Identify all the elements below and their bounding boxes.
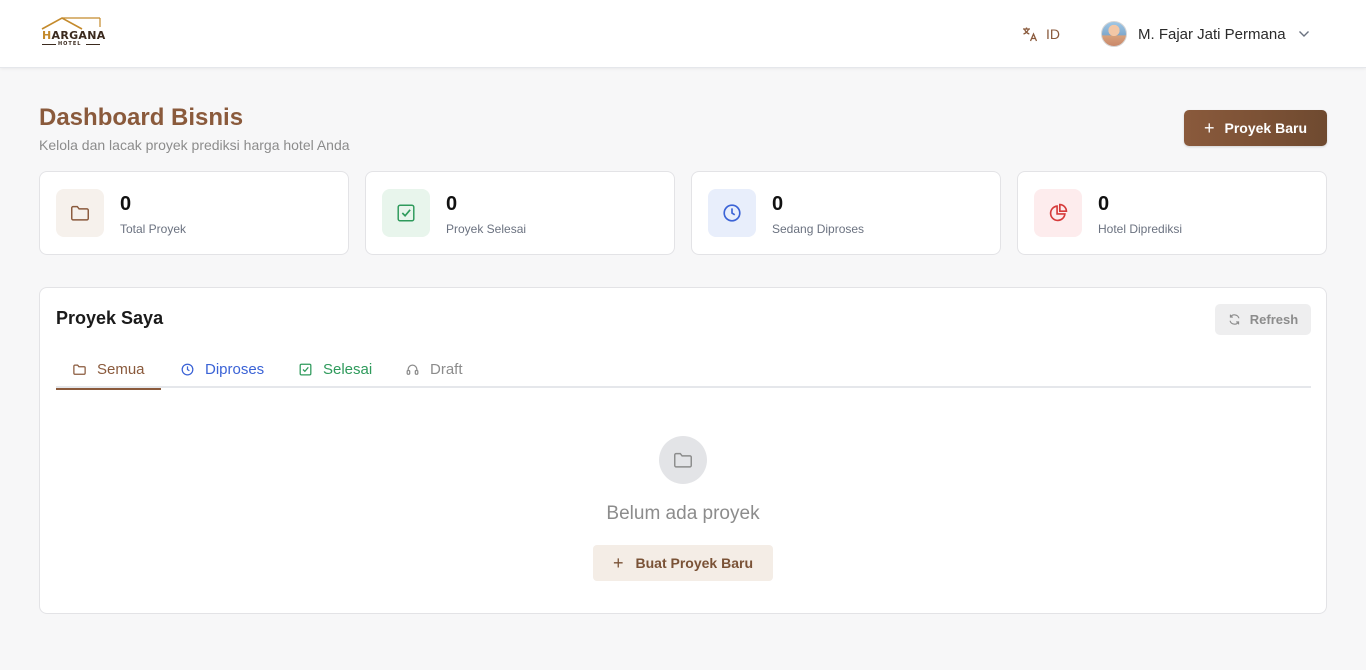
tab-label: Draft bbox=[430, 360, 463, 378]
tab-semua[interactable]: Semua bbox=[56, 350, 161, 390]
pie-chart-icon bbox=[1049, 203, 1068, 222]
chevron-down-icon bbox=[1298, 31, 1309, 37]
check-square-icon bbox=[397, 204, 415, 222]
stat-card-completed-projects: 0 Proyek Selesai bbox=[365, 171, 675, 255]
stat-label: Sedang Diproses bbox=[772, 222, 865, 236]
refresh-label: Refresh bbox=[1249, 312, 1299, 327]
stat-icon-box bbox=[1034, 189, 1082, 237]
new-project-button[interactable]: + Proyek Baru bbox=[1184, 110, 1327, 146]
language-code: ID bbox=[1046, 26, 1060, 42]
logo-divider bbox=[42, 44, 56, 45]
plus-icon: + bbox=[613, 553, 624, 573]
clock-icon bbox=[181, 363, 194, 375]
stat-card-total-projects: 0 Total Proyek bbox=[39, 171, 349, 255]
create-project-button[interactable]: + Buat Proyek Baru bbox=[593, 545, 773, 581]
stat-label: Total Proyek bbox=[120, 222, 187, 236]
page-subtitle: Kelola dan lacak proyek prediksi harga h… bbox=[39, 137, 350, 153]
stat-icon-box bbox=[708, 189, 756, 237]
tab-label: Diproses bbox=[205, 360, 265, 378]
folder-icon bbox=[73, 364, 86, 375]
stat-card-hotels-predicted: 0 Hotel Diprediksi bbox=[1017, 171, 1327, 255]
headset-icon bbox=[406, 364, 419, 375]
stat-value: 0 bbox=[1098, 193, 1110, 215]
check-square-icon bbox=[299, 363, 312, 375]
folder-icon bbox=[71, 205, 89, 221]
stat-label: Hotel Diprediksi bbox=[1098, 222, 1183, 236]
top-navbar: HARGANA HOTEL ID M. Fajar Jati Permana bbox=[0, 0, 1366, 68]
stat-label: Proyek Selesai bbox=[446, 222, 527, 236]
project-tabs: Semua Diproses Selesai Draft bbox=[56, 350, 1311, 390]
stat-value: 0 bbox=[120, 193, 132, 215]
folder-icon bbox=[674, 452, 692, 468]
avatar bbox=[1101, 21, 1127, 47]
translate-icon bbox=[1023, 27, 1038, 42]
page-title: Dashboard Bisnis bbox=[39, 104, 244, 131]
hargana-logo[interactable]: HARGANA HOTEL bbox=[40, 17, 105, 49]
tab-label: Semua bbox=[97, 360, 145, 378]
tab-selesai[interactable]: Selesai bbox=[282, 350, 388, 388]
logo-divider bbox=[86, 44, 100, 45]
create-project-label: Buat Proyek Baru bbox=[635, 555, 753, 571]
new-project-label: Proyek Baru bbox=[1224, 120, 1307, 136]
empty-state-icon-circle bbox=[659, 436, 707, 484]
refresh-icon bbox=[1229, 314, 1240, 325]
clock-icon bbox=[723, 204, 741, 222]
stat-icon-box bbox=[56, 189, 104, 237]
stat-card-in-progress: 0 Sedang Diproses bbox=[691, 171, 1001, 255]
user-name: M. Fajar Jati Permana bbox=[1138, 25, 1286, 43]
tab-draft[interactable]: Draft bbox=[389, 350, 479, 388]
stat-value: 0 bbox=[772, 193, 784, 215]
stat-icon-box bbox=[382, 189, 430, 237]
my-projects-panel: Proyek Saya Refresh Semua Diproses Seles… bbox=[39, 287, 1327, 614]
stat-value: 0 bbox=[446, 193, 458, 215]
logo-sub-text: HOTEL bbox=[58, 41, 82, 47]
refresh-button[interactable]: Refresh bbox=[1215, 304, 1311, 335]
tab-diproses[interactable]: Diproses bbox=[164, 350, 280, 388]
plus-icon: + bbox=[1204, 118, 1215, 138]
user-menu[interactable]: M. Fajar Jati Permana bbox=[1101, 20, 1310, 48]
empty-state-text: Belum ada proyek bbox=[606, 503, 760, 524]
panel-title: Proyek Saya bbox=[56, 308, 164, 328]
language-switcher[interactable]: ID bbox=[1022, 24, 1060, 44]
tab-label: Selesai bbox=[323, 360, 373, 378]
